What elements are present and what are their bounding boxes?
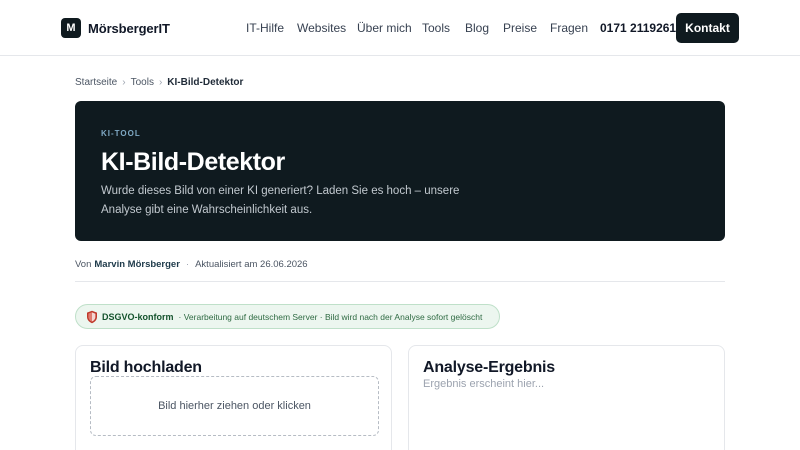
image-dropzone[interactable]: Bild hierher ziehen oder klicken [90, 376, 379, 436]
page-title: KI-Bild-Detektor [101, 148, 285, 176]
breadcrumb-home[interactable]: Startseite [75, 77, 117, 89]
contact-button[interactable]: Kontakt [676, 13, 739, 43]
nav-item-websites[interactable]: Websites [297, 20, 346, 36]
hero-banner: KI-TOOL KI-Bild-Detektor Wurde dieses Bi… [75, 101, 725, 241]
result-card: Analyse-Ergebnis Ergebnis erscheint hier… [408, 345, 725, 450]
hero-description: Wurde dieses Bild von einer KI generiert… [101, 185, 460, 216]
upload-card: Bild hochladen Bild hierher ziehen oder … [75, 345, 392, 450]
article-meta: Von Marvin Mörsberger · Aktualisiert am … [75, 259, 308, 271]
breadcrumb-tools[interactable]: Tools [131, 77, 154, 89]
gdpr-badge: DSGVO-konform · Verarbeitung auf deutsch… [75, 304, 500, 329]
shield-icon [87, 310, 97, 323]
meta-separator: · [185, 259, 190, 270]
divider [75, 281, 725, 282]
breadcrumb-current: KI-Bild-Detektor [167, 77, 244, 88]
breadcrumb: Startseite › Tools › KI-Bild-Detektor [75, 77, 243, 89]
site-header: M MörsbergerIT IT-Hilfe Websites Über mi… [0, 0, 800, 56]
updated-date: Aktualisiert am 26.06.2026 [195, 259, 308, 270]
breadcrumb-separator: › [122, 77, 126, 88]
breadcrumb-separator: › [158, 77, 163, 88]
upload-title: Bild hochladen [90, 359, 202, 376]
nav-item-blog[interactable]: Blog [465, 20, 489, 36]
gdpr-text: · Verarbeitung auf deutschem Server · Bi… [178, 311, 483, 322]
author-prefix: Von [75, 259, 92, 270]
author-link[interactable]: Marvin Mörsberger [94, 259, 180, 271]
dropzone-text: Bild hierher ziehen oder klicken [158, 400, 311, 412]
nav-item-fragen[interactable]: Fragen [550, 20, 588, 36]
result-title: Analyse-Ergebnis [423, 359, 555, 376]
nav-item-tools[interactable]: Tools [422, 20, 450, 36]
phone-link[interactable]: 0171 2119261 [600, 20, 676, 36]
nav-item-it-hilfe[interactable]: IT-Hilfe [246, 20, 284, 36]
nav-item-preise[interactable]: Preise [503, 20, 537, 36]
result-placeholder: Ergebnis erscheint hier... [423, 378, 545, 390]
hero-kicker: KI-TOOL [101, 129, 141, 138]
gdpr-label: DSGVO-konform [102, 311, 174, 322]
nav-item-ueber-mich[interactable]: Über mich [357, 20, 412, 36]
